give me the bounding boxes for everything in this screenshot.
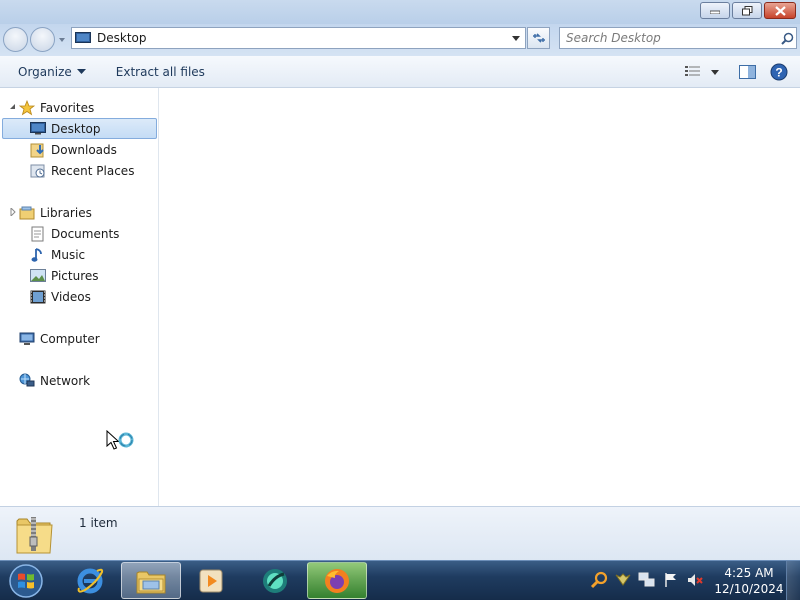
shield-icon[interactable] [614, 571, 632, 589]
organize-button[interactable]: Organize [10, 59, 94, 85]
nav-item-videos[interactable]: Videos [30, 286, 91, 307]
file-explorer-icon [136, 571, 166, 593]
favorites-expander-icon[interactable] [9, 103, 17, 111]
file-list-area[interactable] [160, 88, 800, 506]
nav-favorites-label: Favorites [40, 100, 95, 115]
nav-libraries-label: Libraries [40, 205, 92, 220]
change-view-button[interactable] [682, 60, 722, 84]
nav-item-recent-places[interactable]: Recent Places [30, 160, 134, 181]
view-controls: ? [682, 56, 800, 88]
libraries-expander-icon[interactable] [9, 208, 17, 216]
taskbar-media-player[interactable] [182, 562, 242, 599]
nav-item-label: Videos [51, 289, 91, 304]
chevron-down-icon [512, 35, 520, 41]
details-pane: 1 item [0, 506, 800, 560]
nav-item-label: Pictures [51, 268, 99, 283]
star-icon [19, 99, 35, 116]
taskbar-internet-explorer[interactable] [60, 562, 120, 599]
restore-button[interactable] [732, 2, 762, 19]
nav-item-label: Downloads [51, 142, 117, 157]
taskbar-clock[interactable]: 4:25 AM 12/10/2024 [712, 565, 786, 597]
volume-muted-icon[interactable] [686, 571, 704, 589]
app-icon [263, 568, 287, 593]
documents-icon [30, 226, 46, 242]
taskbar-file-explorer[interactable] [121, 562, 181, 599]
help-icon: ? [770, 63, 788, 81]
search-icon[interactable] [590, 571, 608, 589]
start-button[interactable] [6, 563, 46, 599]
libraries-icon [19, 205, 35, 221]
network-status-icon[interactable] [638, 571, 656, 589]
minimize-button[interactable] [700, 2, 730, 19]
taskbar-app[interactable] [245, 562, 305, 599]
close-icon [774, 5, 786, 16]
nav-item-label: Desktop [51, 121, 101, 136]
nav-item-pictures[interactable]: Pictures [30, 265, 99, 286]
nav-item-desktop[interactable]: Desktop [2, 118, 157, 139]
nav-item-label: Recent Places [51, 163, 135, 178]
svg-text:?: ? [775, 66, 782, 80]
organize-label: Organize [18, 64, 72, 79]
music-icon [30, 247, 46, 263]
minimize-icon [710, 10, 720, 14]
clock-date: 12/10/2024 [714, 582, 784, 596]
computer-icon [19, 331, 35, 347]
pictures-icon [30, 268, 46, 284]
address-location: Desktop [97, 31, 147, 45]
item-count: 1 item [79, 516, 118, 530]
chevron-down-icon [711, 69, 719, 75]
command-bar: Organize Extract all files ? [0, 56, 800, 88]
address-dropdown-button[interactable] [507, 28, 525, 48]
downloads-icon [30, 142, 46, 158]
nav-network-label: Network [40, 373, 91, 388]
nav-libraries[interactable]: Libraries [19, 202, 92, 223]
nav-computer-label: Computer [40, 331, 100, 346]
details-view-icon [685, 66, 700, 76]
restore-icon [741, 5, 752, 15]
forward-button[interactable] [30, 27, 55, 52]
nav-item-downloads[interactable]: Downloads [30, 139, 117, 160]
network-icon [19, 373, 35, 389]
window-controls [700, 2, 796, 19]
preview-pane-icon [738, 65, 756, 79]
taskbar-firefox[interactable] [307, 562, 367, 599]
nav-item-label: Music [51, 247, 86, 262]
extract-label: Extract all files [115, 64, 205, 79]
show-desktop-button[interactable] [786, 561, 800, 600]
system-tray [590, 571, 704, 589]
recent-pages-dropdown-icon[interactable] [58, 36, 66, 44]
refresh-icon [532, 33, 545, 43]
help-button[interactable]: ? [762, 60, 796, 84]
nav-item-label: Documents [51, 226, 120, 241]
nav-item-music[interactable]: Music [30, 244, 85, 265]
media-player-icon [199, 569, 223, 592]
firefox-icon [325, 568, 349, 593]
nav-item-documents[interactable]: Documents [30, 223, 119, 244]
refresh-button[interactable] [527, 27, 550, 49]
recent-places-icon [30, 163, 46, 179]
nav-favorites[interactable]: Favorites [19, 97, 94, 118]
preview-pane-button[interactable] [732, 60, 762, 84]
title-bar[interactable] [0, 0, 800, 24]
zip-folder-icon [16, 517, 53, 554]
chevron-down-icon [76, 69, 86, 74]
extract-all-button[interactable]: Extract all files [108, 59, 213, 85]
search-box[interactable] [559, 27, 797, 49]
nav-computer[interactable]: Computer [19, 328, 100, 349]
back-button[interactable] [3, 27, 28, 52]
address-bar[interactable]: Desktop [71, 27, 526, 49]
taskbar: 4:25 AM 12/10/2024 [0, 560, 800, 600]
search-input[interactable] [566, 31, 778, 45]
address-row: Desktop [0, 24, 800, 56]
internet-explorer-icon [77, 568, 104, 593]
action-center-flag-icon[interactable] [662, 571, 680, 589]
videos-icon [30, 289, 46, 305]
close-button[interactable] [764, 2, 796, 19]
nav-network[interactable]: Network [19, 370, 90, 391]
clock-time: 4:25 AM [724, 566, 774, 580]
busy-cursor-icon [106, 430, 134, 450]
desktop-icon [30, 121, 46, 137]
desktop-icon [75, 32, 91, 43]
search-icon[interactable] [778, 29, 796, 47]
